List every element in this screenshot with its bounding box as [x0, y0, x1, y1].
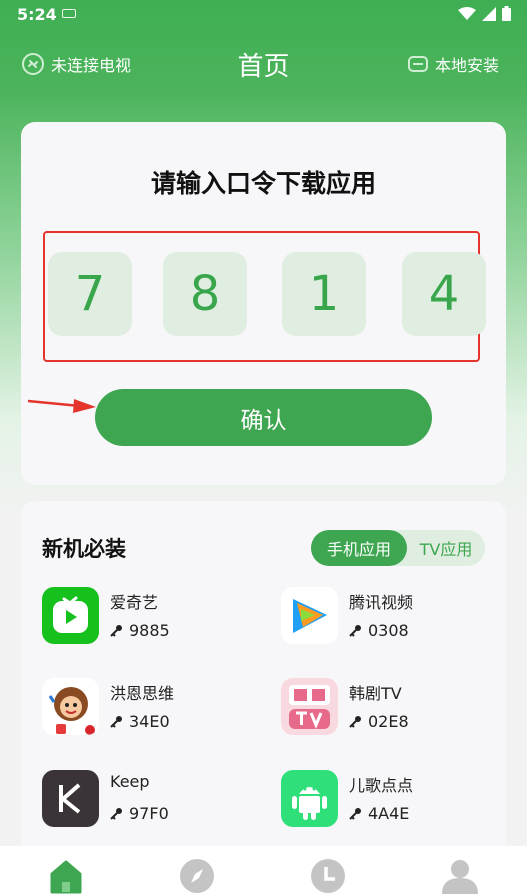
app-item[interactable]: 腾讯视频 0308	[281, 587, 501, 651]
app-item[interactable]: 洪恩思维 34E0	[42, 678, 262, 742]
status-time: 5:24	[17, 5, 57, 24]
app-name: 韩剧TV	[349, 684, 402, 703]
key-icon	[349, 625, 361, 637]
app-name: 爱奇艺	[110, 593, 159, 612]
status-icons	[458, 6, 511, 21]
tab-tv-apps[interactable]: TV应用	[407, 530, 485, 566]
app-code: 34E0	[110, 712, 170, 731]
nav-profile[interactable]	[442, 858, 478, 894]
battery-icon	[502, 6, 511, 21]
app-code: 97F0	[110, 804, 169, 823]
hanjutv-icon	[281, 678, 338, 735]
android-icon	[281, 770, 338, 827]
app-name: 洪恩思维	[110, 684, 175, 703]
nav-history[interactable]	[310, 858, 346, 894]
compass-icon	[180, 859, 214, 893]
app-type-toggle: 手机应用 TV应用	[311, 530, 485, 566]
confirm-button[interactable]: 确认	[95, 389, 432, 446]
app-name: 腾讯视频	[349, 593, 414, 612]
bottom-nav	[0, 846, 527, 896]
nav-home[interactable]	[48, 858, 84, 894]
profile-icon	[442, 860, 478, 894]
key-icon	[349, 716, 361, 728]
local-install-label: 本地安装	[434, 56, 499, 75]
code-entry-card: 请输入口令下载应用 7 8 1 4 确认	[21, 122, 506, 485]
iqiyi-icon	[42, 587, 99, 644]
app-code: 4A4E	[349, 804, 409, 823]
apps-section: 新机必装 手机应用 TV应用 爱奇艺 9885 腾讯视频 0308 洪恩思维 3…	[21, 501, 506, 861]
app-name: 儿歌点点	[349, 776, 414, 795]
code-digit-1[interactable]: 7	[48, 252, 132, 336]
app-code: 9885	[110, 621, 170, 640]
home-icon	[50, 860, 82, 894]
top-bar: 未连接电视 首页 本地安装	[0, 40, 527, 86]
key-icon	[110, 625, 122, 637]
keyboard-icon	[62, 9, 76, 18]
nav-discover[interactable]	[179, 858, 215, 894]
app-name: Keep	[110, 772, 150, 791]
code-entry-title: 请输入口令下载应用	[150, 169, 376, 198]
storage-icon	[407, 56, 428, 72]
app-code-value: 97F0	[129, 804, 169, 823]
key-icon	[110, 716, 122, 728]
app-code-value: 4A4E	[368, 804, 410, 823]
app-code-value: 9885	[129, 621, 170, 640]
app-item[interactable]: 儿歌点点 4A4E	[281, 770, 501, 834]
code-digit-2[interactable]: 8	[163, 252, 247, 336]
local-install-button[interactable]: 本地安装	[407, 52, 499, 76]
key-icon	[349, 808, 361, 820]
arrow-annotation-icon	[28, 399, 96, 413]
key-icon	[110, 808, 122, 820]
hongen-icon	[42, 678, 99, 735]
app-item[interactable]: 韩剧TV 02E8	[281, 678, 501, 742]
code-digit-3[interactable]: 1	[282, 252, 366, 336]
app-item[interactable]: Keep 97F0	[42, 770, 262, 834]
app-item[interactable]: 爱奇艺 9885	[42, 587, 262, 651]
keep-icon	[42, 770, 99, 827]
wifi-icon	[458, 6, 476, 20]
app-code: 02E8	[349, 712, 409, 731]
status-bar: 5:24	[0, 0, 527, 32]
tab-phone-apps[interactable]: 手机应用	[311, 530, 407, 566]
app-code-value: 02E8	[368, 712, 409, 731]
section-title: 新机必装	[42, 537, 126, 561]
code-digit-4[interactable]: 4	[402, 252, 486, 336]
app-code-value: 34E0	[129, 712, 170, 731]
signal-icon	[482, 6, 496, 21]
clock-icon	[311, 859, 345, 893]
app-code: 0308	[349, 621, 409, 640]
app-code-value: 0308	[368, 621, 409, 640]
tencent-video-icon	[281, 587, 338, 644]
